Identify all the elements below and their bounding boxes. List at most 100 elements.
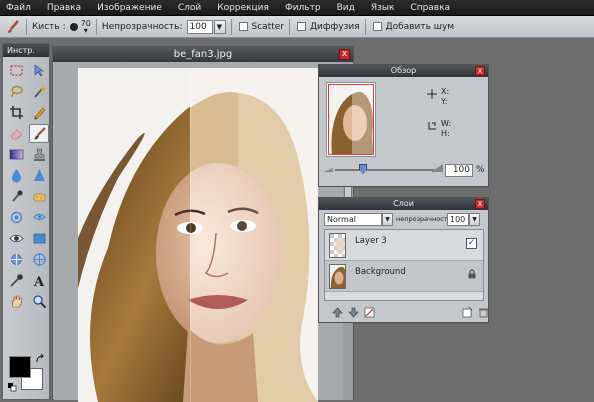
new-layer-icon bbox=[462, 306, 473, 317]
target-icon bbox=[32, 253, 46, 266]
layer-row-layer-3[interactable]: Layer 3 ✓ bbox=[325, 230, 483, 261]
crosshair-icon bbox=[427, 89, 437, 99]
color-replace-tool[interactable] bbox=[29, 250, 49, 269]
close-icon: x bbox=[341, 49, 348, 59]
sponge-icon bbox=[33, 193, 45, 202]
blur-tool[interactable] bbox=[6, 166, 26, 185]
zoom-slider-handle[interactable] bbox=[359, 164, 367, 174]
layer-visibility-checkbox[interactable]: ✓ bbox=[466, 238, 477, 249]
layer-name: Background bbox=[355, 267, 406, 277]
svg-text:A: A bbox=[33, 275, 45, 288]
blend-mode-dropdown-button[interactable]: ▼ bbox=[382, 213, 393, 226]
document-window: be_fan3.jpg x bbox=[52, 46, 354, 402]
menu-image[interactable]: Изображение bbox=[89, 3, 170, 13]
move-tool[interactable] bbox=[29, 61, 49, 80]
lasso-tool[interactable] bbox=[6, 82, 26, 101]
menu-filter[interactable]: Фильтр bbox=[277, 3, 329, 13]
stamp-tool[interactable] bbox=[29, 145, 49, 164]
zoom-tool[interactable] bbox=[29, 292, 49, 311]
swap-colors-icon[interactable] bbox=[35, 354, 45, 364]
eyedropper-tool[interactable] bbox=[6, 271, 26, 290]
sharpen-tool[interactable] bbox=[29, 166, 49, 185]
hand-tool[interactable] bbox=[6, 292, 26, 311]
crop-tool[interactable] bbox=[6, 103, 26, 122]
navigator-title-bar[interactable]: Обзор x bbox=[319, 65, 488, 77]
delete-layer-button[interactable] bbox=[477, 306, 490, 318]
smudge-icon bbox=[11, 190, 22, 202]
magic-wand-tool[interactable] bbox=[29, 82, 49, 101]
brush-tool[interactable] bbox=[29, 124, 49, 143]
add-noise-checkbox[interactable] bbox=[372, 22, 382, 31]
lock-icon bbox=[468, 269, 476, 279]
menu-file[interactable]: Файл bbox=[0, 3, 39, 13]
layer-opacity-label: непрозрачность: bbox=[396, 215, 454, 223]
brush-size-picker[interactable]: 70 ▾ bbox=[81, 19, 91, 34]
close-layers-button[interactable]: x bbox=[475, 199, 485, 209]
sharpen-icon bbox=[33, 169, 45, 181]
tools-title: Инстр. bbox=[3, 44, 49, 57]
reset-colors-icon[interactable] bbox=[7, 382, 17, 392]
foreground-color-swatch[interactable] bbox=[9, 356, 31, 378]
layer-thumbnail bbox=[329, 264, 346, 289]
red-eye-tool[interactable] bbox=[6, 229, 26, 248]
marquee-icon bbox=[10, 65, 22, 76]
canvas-area[interactable] bbox=[54, 62, 352, 402]
opacity-input[interactable]: 100 bbox=[186, 19, 213, 34]
layers-panel: Слои x Normal ▼ непрозрачность: 100 ▼ La… bbox=[318, 197, 489, 323]
layer-style-button[interactable] bbox=[363, 306, 376, 318]
menu-view[interactable]: Вид bbox=[329, 3, 363, 13]
close-document-button[interactable]: x bbox=[339, 49, 350, 60]
arrow-up-icon bbox=[332, 307, 343, 317]
type-tool[interactable]: A bbox=[29, 271, 49, 290]
document-title-bar[interactable]: be_fan3.jpg x bbox=[53, 47, 353, 62]
divider bbox=[288, 18, 290, 35]
navigator-thumbnail[interactable] bbox=[328, 84, 374, 155]
layer-name: Layer 3 bbox=[355, 236, 387, 246]
marquee-tool[interactable] bbox=[6, 61, 26, 80]
menu-language[interactable]: Язык bbox=[363, 3, 403, 13]
move-icon bbox=[34, 64, 44, 77]
bloat-tool[interactable] bbox=[6, 208, 26, 227]
layers-title-bar[interactable]: Слои x bbox=[319, 198, 488, 210]
gradient-tool[interactable] bbox=[6, 145, 26, 164]
diffusion-label: Диффузия bbox=[309, 21, 360, 32]
diffusion-checkbox[interactable] bbox=[296, 22, 306, 31]
scatter-checkbox[interactable] bbox=[238, 22, 248, 31]
smudge-tool[interactable] bbox=[6, 187, 26, 206]
shape-tool[interactable] bbox=[29, 229, 49, 248]
zoom-input[interactable]: 100 bbox=[445, 164, 473, 177]
move-layer-down-button[interactable] bbox=[347, 306, 360, 318]
brush-label: Кисть : bbox=[32, 21, 66, 32]
opacity-dropdown-button[interactable]: ▼ bbox=[213, 19, 226, 34]
sponge-tool[interactable] bbox=[29, 187, 49, 206]
layer-row-background[interactable]: Background bbox=[325, 261, 483, 292]
zoom-icon bbox=[32, 295, 46, 309]
blend-mode-select[interactable]: Normal bbox=[324, 213, 382, 226]
new-layer-button[interactable] bbox=[461, 306, 474, 318]
pencil-tool[interactable] bbox=[29, 103, 49, 122]
chevron-down-icon: ▼ bbox=[385, 216, 390, 223]
brush-icon bbox=[5, 19, 21, 35]
clone-tool[interactable] bbox=[6, 250, 26, 269]
brush-preview[interactable] bbox=[69, 22, 78, 31]
menu-help[interactable]: Справка bbox=[402, 3, 458, 13]
layer-list: Layer 3 ✓ Background bbox=[324, 229, 484, 301]
arrow-down-icon bbox=[348, 307, 359, 317]
menu-adjustment[interactable]: Коррекция bbox=[209, 3, 277, 13]
photo-canvas[interactable] bbox=[78, 68, 318, 402]
zoom-out-icon[interactable] bbox=[323, 165, 333, 173]
close-navigator-button[interactable]: x bbox=[475, 66, 485, 76]
layer-opacity-input[interactable]: 100 bbox=[447, 213, 469, 226]
options-bar: Кисть : 70 ▾ Непрозрачность: 100 ▼ Scatt… bbox=[0, 16, 594, 38]
menu-edit[interactable]: Правка bbox=[39, 3, 89, 13]
layer-opacity-dropdown-button[interactable]: ▼ bbox=[469, 213, 480, 226]
menu-layer[interactable]: Слой bbox=[170, 3, 209, 13]
zoom-slider-track[interactable] bbox=[335, 169, 435, 171]
move-layer-up-button[interactable] bbox=[331, 306, 344, 318]
pinch-tool[interactable] bbox=[29, 208, 49, 227]
eraser-tool[interactable] bbox=[6, 124, 26, 143]
selection-size-icon bbox=[428, 122, 436, 130]
zoom-in-icon[interactable] bbox=[431, 163, 443, 173]
divider bbox=[364, 18, 366, 35]
eyedropper-icon bbox=[9, 274, 23, 287]
